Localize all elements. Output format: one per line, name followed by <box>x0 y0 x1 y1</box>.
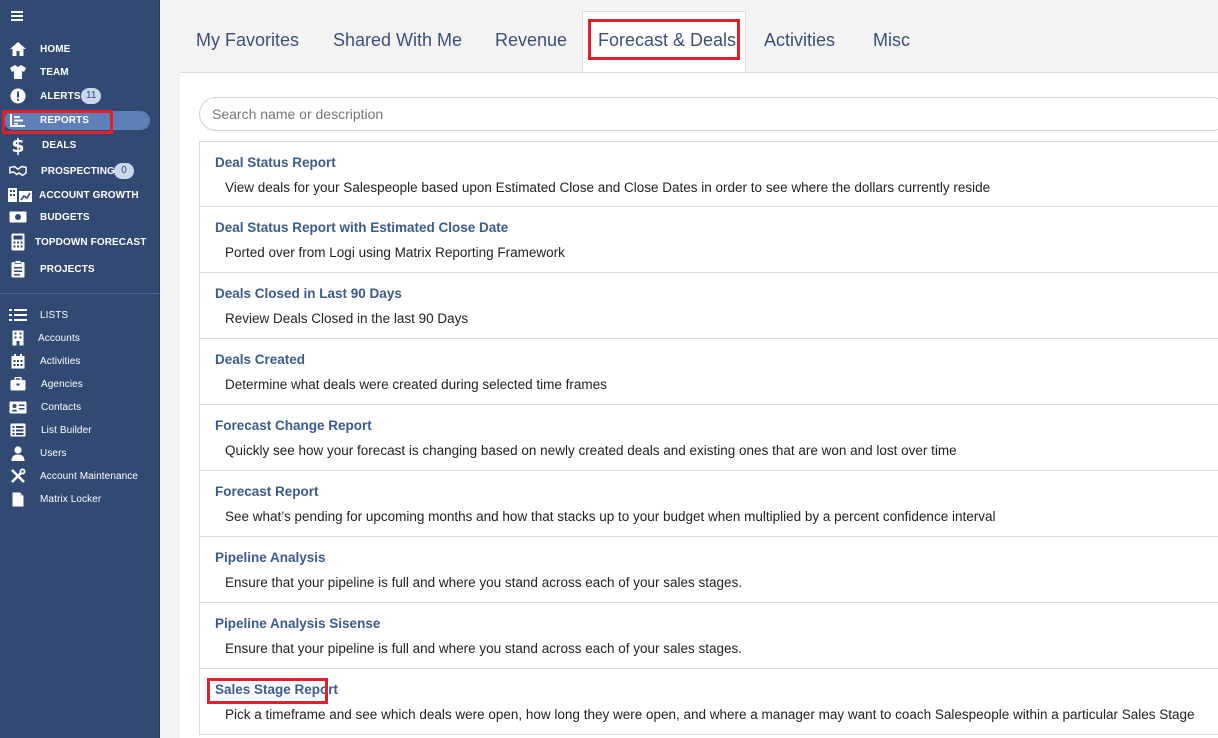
report-description: Pick a timeframe and see which deals wer… <box>225 707 1195 722</box>
sidebar-item-label: HOME <box>40 43 71 55</box>
sidebar-item-activities[interactable]: Activities <box>0 350 160 372</box>
report-item-forecast-change[interactable]: Forecast Change Report Quickly see how y… <box>199 405 1218 471</box>
briefcase-icon <box>9 375 27 393</box>
report-item-sales-stage[interactable]: Sales Stage Report Pick a timeframe and … <box>199 669 1218 735</box>
report-description: Quickly see how your forecast is changin… <box>225 443 957 458</box>
report-title-link[interactable]: Pipeline Analysis <box>215 550 326 565</box>
svg-text:$: $ <box>11 135 24 155</box>
sidebar-item-home[interactable]: HOME <box>0 38 160 60</box>
home-icon <box>9 40 27 58</box>
shirt-icon <box>9 63 27 81</box>
sidebar-item-projects[interactable]: PROJECTS <box>0 258 160 280</box>
report-list: Deal Status Report View deals for your S… <box>199 141 1218 735</box>
report-title-link[interactable]: Deals Closed in Last 90 Days <box>215 286 402 301</box>
sidebar-item-label: LISTS <box>40 309 69 321</box>
contact-card-icon <box>9 398 27 416</box>
sidebar-item-topdown-forecast[interactable]: TOPDOWN FORECAST <box>0 231 160 253</box>
report-title-link[interactable]: Forecast Change Report <box>215 418 372 433</box>
report-item-pipeline-analysis-sisense[interactable]: Pipeline Analysis Sisense Ensure that yo… <box>199 603 1218 669</box>
sidebar-item-users[interactable]: Users <box>0 442 160 464</box>
sidebar-item-alerts[interactable]: ALERTS 11 <box>0 85 160 107</box>
clipboard-icon <box>9 260 27 278</box>
report-item-deals-created[interactable]: Deals Created Determine what deals were … <box>199 339 1218 405</box>
report-title-link[interactable]: Pipeline Analysis Sisense <box>215 616 380 631</box>
tab-my-favorites[interactable]: My Favorites <box>196 30 299 51</box>
report-item-deal-status[interactable]: Deal Status Report View deals for your S… <box>199 141 1218 207</box>
report-item-deal-status-estimated-close[interactable]: Deal Status Report with Estimated Close … <box>199 207 1218 273</box>
report-description: Review Deals Closed in the last 90 Days <box>225 311 469 326</box>
sidebar-divider <box>0 293 160 294</box>
sidebar-item-budgets[interactable]: BUDGETS <box>0 206 160 228</box>
tab-misc[interactable]: Misc <box>873 30 910 51</box>
sidebar-item-account-maintenance[interactable]: Account Maintenance <box>0 465 160 487</box>
sidebar-item-label: List Builder <box>41 424 92 436</box>
sidebar-item-team[interactable]: TEAM <box>0 61 160 83</box>
dollar-icon: $ <box>9 135 27 155</box>
sidebar-item-label: Matrix Locker <box>40 493 102 505</box>
sidebar-item-label: Agencies <box>41 378 83 390</box>
building-icon <box>9 329 27 347</box>
sidebar-item-agencies[interactable]: Agencies <box>0 373 160 395</box>
sidebar-item-account-growth[interactable]: ACCOUNT GROWTH <box>0 184 160 206</box>
sidebar: HOME TEAM ALERTS 11 REPORTS $ DEALS PROS… <box>0 0 160 738</box>
report-title-link[interactable]: Sales Stage Report <box>215 682 338 697</box>
sidebar-item-label: Users <box>40 447 67 459</box>
calendar-icon <box>9 352 27 370</box>
report-description: Ensure that your pipeline is full and wh… <box>225 575 743 590</box>
sidebar-item-label: DEALS <box>42 139 77 151</box>
sidebar-item-lists[interactable]: LISTS <box>0 304 160 326</box>
prospecting-count-badge: 0 <box>114 163 134 179</box>
sidebar-item-prospecting[interactable]: PROSPECTING 0 <box>0 160 160 182</box>
alerts-count-badge: 11 <box>81 88 102 104</box>
sidebar-item-label: ALERTS <box>40 90 81 102</box>
sidebar-item-contacts[interactable]: Contacts <box>0 396 160 418</box>
report-title-link[interactable]: Deal Status Report with Estimated Close … <box>215 220 508 235</box>
report-description: Ported over from Logi using Matrix Repor… <box>225 245 565 260</box>
handshake-icon <box>9 162 27 180</box>
list-icon <box>9 306 27 324</box>
sidebar-item-list-builder[interactable]: List Builder <box>0 419 160 441</box>
tab-revenue[interactable]: Revenue <box>495 30 567 51</box>
sidebar-item-label: PROSPECTING <box>41 165 115 177</box>
report-item-pipeline-analysis[interactable]: Pipeline Analysis Ensure that your pipel… <box>199 537 1218 603</box>
sidebar-item-label: REPORTS <box>40 114 90 126</box>
sidebar-item-label: TOPDOWN FORECAST <box>35 236 147 248</box>
report-title-link[interactable]: Forecast Report <box>215 484 319 499</box>
sidebar-item-label: Contacts <box>41 401 82 413</box>
alert-icon <box>9 87 27 105</box>
money-bill-icon <box>9 208 27 226</box>
sidebar-item-label: TEAM <box>40 66 69 78</box>
search-bar <box>199 97 1218 131</box>
report-chart-icon <box>9 111 27 129</box>
list-builder-icon <box>9 421 27 439</box>
sidebar-item-label: BUDGETS <box>40 211 90 223</box>
user-icon <box>9 444 27 462</box>
sidebar-item-deals[interactable]: $ DEALS <box>0 134 160 156</box>
report-description: Ensure that your pipeline is full and wh… <box>225 641 743 656</box>
report-item-forecast[interactable]: Forecast Report See what’s pending for u… <box>199 471 1218 537</box>
sidebar-item-label: Accounts <box>38 332 80 344</box>
tab-activities[interactable]: Activities <box>764 30 835 51</box>
search-input[interactable] <box>212 106 1112 122</box>
report-description: View deals for your Salespeople based up… <box>225 180 991 195</box>
sidebar-item-reports[interactable]: REPORTS <box>0 109 160 131</box>
sidebar-item-matrix-locker[interactable]: Matrix Locker <box>0 488 160 510</box>
calculator-icon <box>9 233 27 251</box>
hamburger-menu-icon[interactable] <box>11 11 23 21</box>
report-description: Determine what deals were created during… <box>225 377 607 392</box>
tab-shared-with-me[interactable]: Shared With Me <box>333 30 462 51</box>
report-item-deals-closed-90[interactable]: Deals Closed in Last 90 Days Review Deal… <box>199 273 1218 339</box>
report-title-link[interactable]: Deal Status Report <box>215 155 336 170</box>
sidebar-item-label: Account Maintenance <box>40 470 139 482</box>
report-title-link[interactable]: Deals Created <box>215 352 305 367</box>
sidebar-item-label: ACCOUNT GROWTH <box>39 189 139 201</box>
sidebar-item-label: PROJECTS <box>40 263 95 275</box>
tools-icon <box>9 467 27 485</box>
file-icon <box>9 490 27 508</box>
tab-forecast-deals[interactable]: Forecast & Deals <box>598 30 736 51</box>
report-description: See what’s pending for upcoming months a… <box>225 509 996 524</box>
sidebar-item-accounts[interactable]: Accounts <box>0 327 160 349</box>
sidebar-item-label: Activities <box>40 355 81 367</box>
building-chart-icon <box>7 186 33 204</box>
